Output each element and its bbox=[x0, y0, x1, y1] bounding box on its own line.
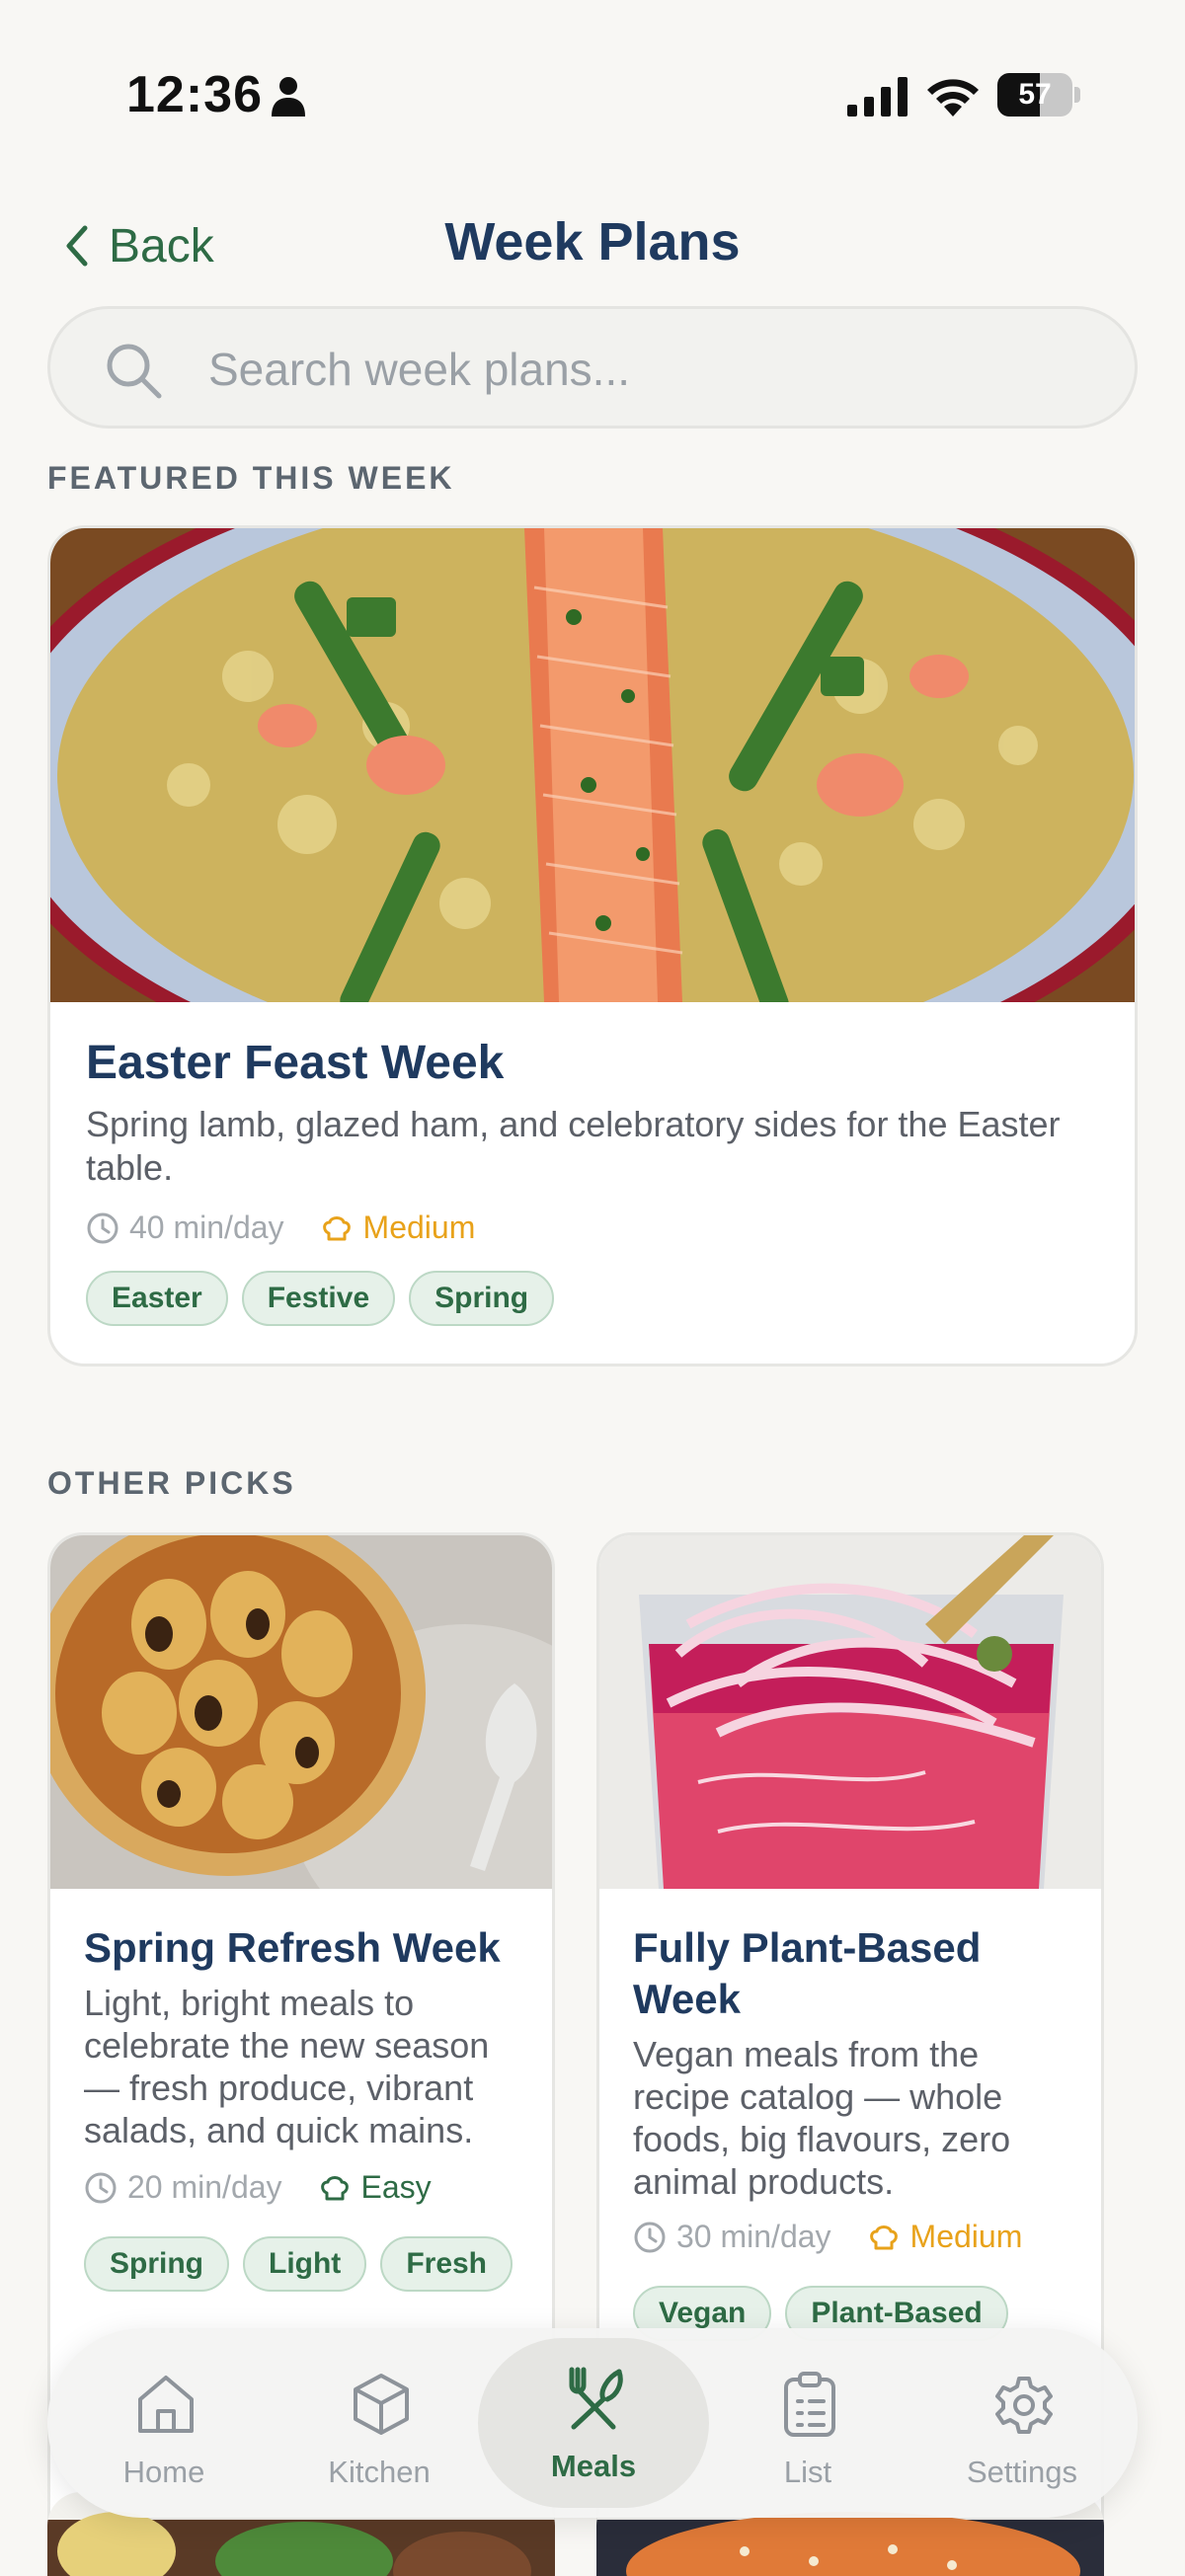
plan-card-difficulty: Medium bbox=[909, 2219, 1023, 2254]
plan-card-description: Light, bright meals to celebrate the new… bbox=[84, 1983, 490, 2150]
status-bar: 12:36 57 bbox=[0, 0, 1185, 188]
difficulty-meta: Medium bbox=[867, 2219, 1023, 2255]
page-title: Week Plans bbox=[444, 212, 741, 272]
featured-plan-card[interactable]: Easter Feast Week Spring lamb, glazed ha… bbox=[47, 525, 1138, 1366]
featured-plan-title: Easter Feast Week bbox=[86, 1037, 505, 1089]
wifi-icon bbox=[927, 79, 979, 117]
time-meta: 20 min/day bbox=[84, 2169, 282, 2206]
plan-card-meta: 30 min/day Medium bbox=[633, 2219, 1022, 2255]
difficulty-meta: Easy bbox=[318, 2169, 432, 2206]
featured-plan-image bbox=[50, 528, 1135, 1002]
plan-card-description: Vegan meals from the recipe catalog — wh… bbox=[633, 2034, 1011, 2202]
fork-knife-icon bbox=[569, 2367, 623, 2430]
tag-chip[interactable]: Fresh bbox=[380, 2236, 514, 2292]
chef-hat-icon bbox=[320, 2175, 349, 2200]
battery-icon: 57 bbox=[997, 73, 1080, 117]
tab-label: Home bbox=[122, 2455, 205, 2489]
cellular-signal-icon bbox=[847, 77, 908, 117]
tab-label: Meals bbox=[550, 2449, 637, 2483]
gear-icon bbox=[995, 2377, 1053, 2434]
featured-plan-tags: Easter Festive Spring bbox=[86, 1271, 555, 1326]
featured-plan-description: Spring lamb, glazed ham, and celebratory… bbox=[86, 1104, 1061, 1188]
clock-icon bbox=[85, 2172, 117, 2203]
tab-settings[interactable]: Settings bbox=[913, 2328, 1131, 2518]
box-icon bbox=[354, 2374, 409, 2435]
plan-card-image bbox=[50, 1535, 552, 1889]
search-icon bbox=[107, 344, 162, 399]
search-input[interactable] bbox=[208, 333, 1097, 406]
tab-meals[interactable]: Meals bbox=[485, 2328, 702, 2518]
tab-label: Kitchen bbox=[328, 2455, 431, 2489]
tab-kitchen[interactable]: Kitchen bbox=[271, 2328, 488, 2518]
other-picks-section-label: OTHER PICKS bbox=[47, 1465, 296, 1501]
chef-hat-icon bbox=[869, 2225, 898, 2249]
plan-card-image bbox=[599, 1535, 1101, 1889]
featured-plan-difficulty: Medium bbox=[362, 1210, 476, 1245]
time-meta: 30 min/day bbox=[633, 2219, 831, 2255]
clipboard-list-icon bbox=[784, 2372, 835, 2437]
time-meta: 40 min/day bbox=[86, 1210, 284, 1246]
battery-level: 57 bbox=[1018, 78, 1052, 111]
difficulty-meta: Medium bbox=[320, 1210, 476, 1246]
home-icon bbox=[138, 2376, 194, 2433]
search-bar[interactable] bbox=[47, 306, 1138, 429]
tab-home[interactable]: Home bbox=[55, 2328, 273, 2518]
plan-card-time: 20 min/day bbox=[127, 2169, 282, 2205]
person-icon bbox=[272, 77, 305, 117]
chef-hat-icon bbox=[322, 1215, 351, 1240]
tag-chip[interactable]: Easter bbox=[86, 1271, 228, 1326]
tag-chip[interactable]: Spring bbox=[409, 1271, 555, 1326]
bottom-tab-bar: Home Kitchen Meals List Settings bbox=[47, 2328, 1138, 2518]
plan-card-tags: Spring Light Fresh bbox=[84, 2236, 514, 2292]
plan-card-difficulty: Easy bbox=[360, 2169, 432, 2205]
featured-plan-time: 40 min/day bbox=[129, 1210, 284, 1245]
plan-card-title: Fully Plant-Based Week bbox=[633, 1924, 982, 2022]
tab-label: Settings bbox=[966, 2455, 1077, 2489]
plan-card-title: Spring Refresh Week bbox=[84, 1924, 501, 1971]
status-time: 12:36 bbox=[126, 66, 263, 123]
plan-card-time: 30 min/day bbox=[676, 2219, 831, 2254]
featured-plan-meta: 40 min/day Medium bbox=[86, 1210, 475, 1246]
clock-icon bbox=[634, 2222, 666, 2252]
tag-chip[interactable]: Light bbox=[243, 2236, 367, 2292]
plan-card-meta: 20 min/day Easy bbox=[84, 2169, 432, 2206]
clock-icon bbox=[87, 1212, 118, 1243]
featured-section-label: FEATURED THIS WEEK bbox=[47, 460, 455, 496]
tag-chip[interactable]: Festive bbox=[241, 1271, 396, 1326]
tag-chip[interactable]: Spring bbox=[84, 2236, 229, 2292]
tab-list[interactable]: List bbox=[699, 2328, 916, 2518]
tab-label: List bbox=[783, 2455, 832, 2489]
